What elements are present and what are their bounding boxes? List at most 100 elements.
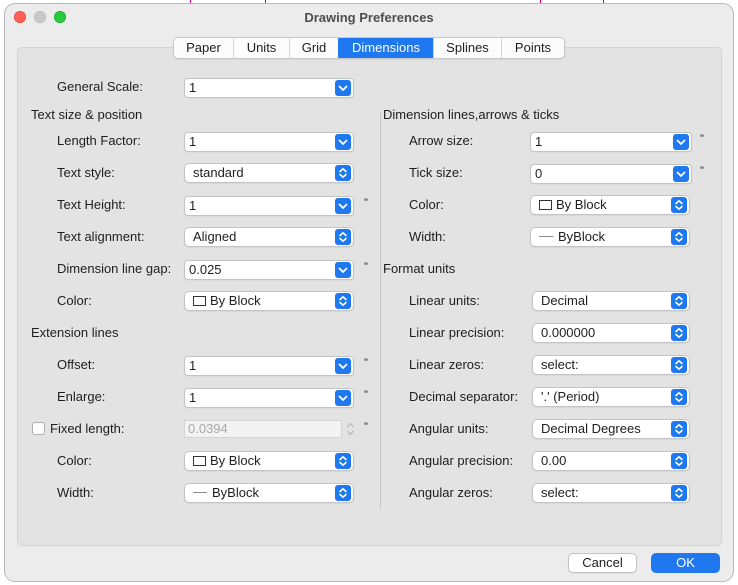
- up-down-chevron-icon[interactable]: [671, 485, 687, 501]
- text-height-label: Text Height:: [57, 197, 126, 212]
- text-style-popup[interactable]: standard: [184, 163, 354, 183]
- text-alignment-label: Text alignment:: [57, 229, 145, 244]
- up-down-chevron-icon[interactable]: [671, 357, 687, 373]
- text-color-popup[interactable]: By Block: [184, 291, 354, 311]
- dimline-width-label: Width:: [409, 229, 446, 244]
- up-down-chevron-icon[interactable]: [671, 389, 687, 405]
- chevron-down-icon[interactable]: [673, 166, 689, 182]
- linear-units-popup[interactable]: Decimal: [532, 291, 690, 311]
- fixed-length-value: 0.0394: [188, 421, 228, 436]
- ok-button[interactable]: OK: [651, 553, 720, 573]
- dimline-width-popup[interactable]: ByBlock: [530, 227, 690, 247]
- extension-width-label: Width:: [57, 485, 94, 500]
- tab-dimensions[interactable]: Dimensions: [338, 38, 433, 58]
- chevron-down-icon[interactable]: [335, 198, 351, 214]
- enlarge-combo[interactable]: 1: [184, 388, 354, 408]
- extension-section-heading: Extension lines: [31, 325, 119, 340]
- cancel-button[interactable]: Cancel: [568, 553, 637, 573]
- linear-precision-label: Linear precision:: [409, 325, 505, 340]
- text-color-display: By Block: [193, 292, 261, 310]
- enlarge-value: 1: [189, 390, 197, 405]
- tab-paper[interactable]: Paper: [174, 38, 233, 58]
- title-bar[interactable]: Drawing Preferences: [5, 4, 733, 32]
- extension-width-popup[interactable]: ByBlock: [184, 483, 354, 503]
- dimension-line-gap-combo[interactable]: 0.025: [184, 260, 354, 280]
- length-factor-label: Length Factor:: [57, 133, 141, 148]
- up-down-chevron-icon[interactable]: [335, 165, 351, 181]
- up-down-chevron-icon[interactable]: [671, 293, 687, 309]
- inch-unit: ": [364, 261, 368, 273]
- general-scale-value: 1: [189, 80, 197, 95]
- tab-splines[interactable]: Splines: [433, 38, 501, 58]
- up-down-chevron-icon[interactable]: [335, 229, 351, 245]
- linear-zeros-popup[interactable]: select:: [532, 355, 690, 375]
- arrow-size-combo[interactable]: 1: [530, 132, 692, 152]
- chevron-down-icon[interactable]: [673, 134, 689, 150]
- inch-unit: ": [700, 165, 704, 177]
- dimension-line-gap-value: 0.025: [189, 262, 222, 277]
- extension-color-popup[interactable]: By Block: [184, 451, 354, 471]
- tab-grid[interactable]: Grid: [289, 38, 338, 58]
- dimline-color-value: By Block: [556, 197, 607, 212]
- up-down-chevron-icon[interactable]: [335, 485, 351, 501]
- decimal-separator-label: Decimal separator:: [409, 389, 519, 404]
- chevron-down-icon[interactable]: [335, 134, 351, 150]
- arrow-size-value: 1: [535, 134, 543, 149]
- color-swatch-icon: [539, 200, 552, 210]
- offset-value: 1: [189, 358, 197, 373]
- extension-color-value: By Block: [210, 453, 261, 468]
- tick-size-value: 0: [535, 166, 543, 181]
- chevron-down-icon[interactable]: [335, 390, 351, 406]
- up-down-chevron-icon[interactable]: [671, 325, 687, 341]
- dimline-color-popup[interactable]: By Block: [530, 195, 690, 215]
- fixed-length-checkbox[interactable]: [32, 422, 45, 435]
- text-height-combo[interactable]: 1: [184, 196, 354, 216]
- text-alignment-value: Aligned: [193, 229, 237, 244]
- text-height-value: 1: [189, 198, 197, 213]
- up-down-chevron-icon[interactable]: [335, 293, 351, 309]
- angular-zeros-value: select:: [541, 485, 579, 500]
- chevron-down-icon[interactable]: [335, 80, 351, 96]
- linear-precision-value: 0.000000: [541, 325, 596, 340]
- tab-units[interactable]: Units: [233, 38, 289, 58]
- arrow-size-label: Arrow size:: [409, 133, 474, 148]
- length-factor-combo[interactable]: 1: [184, 132, 354, 152]
- linear-precision-popup[interactable]: 0.000000: [532, 323, 690, 343]
- general-scale-combo[interactable]: 1: [184, 78, 354, 98]
- decimal-separator-popup[interactable]: '.' (Period): [532, 387, 690, 407]
- inch-unit: ": [364, 197, 368, 209]
- extension-color-label: Color:: [57, 453, 92, 468]
- general-scale-label: General Scale:: [57, 79, 143, 94]
- angular-precision-popup[interactable]: 0.00: [532, 451, 690, 471]
- up-down-chevron-icon[interactable]: [671, 197, 687, 213]
- chevron-down-icon[interactable]: [335, 262, 351, 278]
- text-style-label: Text style:: [57, 165, 115, 180]
- up-down-chevron-icon[interactable]: [335, 453, 351, 469]
- up-down-chevron-icon[interactable]: [671, 421, 687, 437]
- inch-unit: ": [364, 421, 368, 433]
- preferences-window: Drawing Preferences Paper Units Grid Dim…: [5, 4, 733, 581]
- offset-label: Offset:: [57, 357, 96, 372]
- fixed-length-stepper[interactable]: [345, 419, 356, 439]
- decimal-separator-value: '.' (Period): [541, 389, 600, 404]
- length-factor-value: 1: [189, 134, 197, 149]
- up-down-chevron-icon[interactable]: [671, 453, 687, 469]
- extension-color-display: By Block: [193, 452, 261, 470]
- inch-unit: ": [364, 357, 368, 369]
- tab-points[interactable]: Points: [501, 38, 564, 58]
- dimline-color-display: By Block: [539, 196, 607, 214]
- extension-width-display: ByBlock: [193, 484, 259, 502]
- color-swatch-icon: [193, 296, 206, 306]
- chevron-down-icon[interactable]: [335, 358, 351, 374]
- enlarge-label: Enlarge:: [57, 389, 106, 404]
- fixed-length-field[interactable]: 0.0394: [184, 420, 342, 438]
- offset-combo[interactable]: 1: [184, 356, 354, 376]
- up-down-chevron-icon[interactable]: [671, 229, 687, 245]
- angular-units-popup[interactable]: Decimal Degrees: [532, 419, 690, 439]
- angular-zeros-popup[interactable]: select:: [532, 483, 690, 503]
- text-style-value: standard: [193, 165, 244, 180]
- dimline-width-value: ByBlock: [558, 229, 605, 244]
- angular-units-label: Angular units:: [409, 421, 489, 436]
- tick-size-combo[interactable]: 0: [530, 164, 692, 184]
- text-alignment-popup[interactable]: Aligned: [184, 227, 354, 247]
